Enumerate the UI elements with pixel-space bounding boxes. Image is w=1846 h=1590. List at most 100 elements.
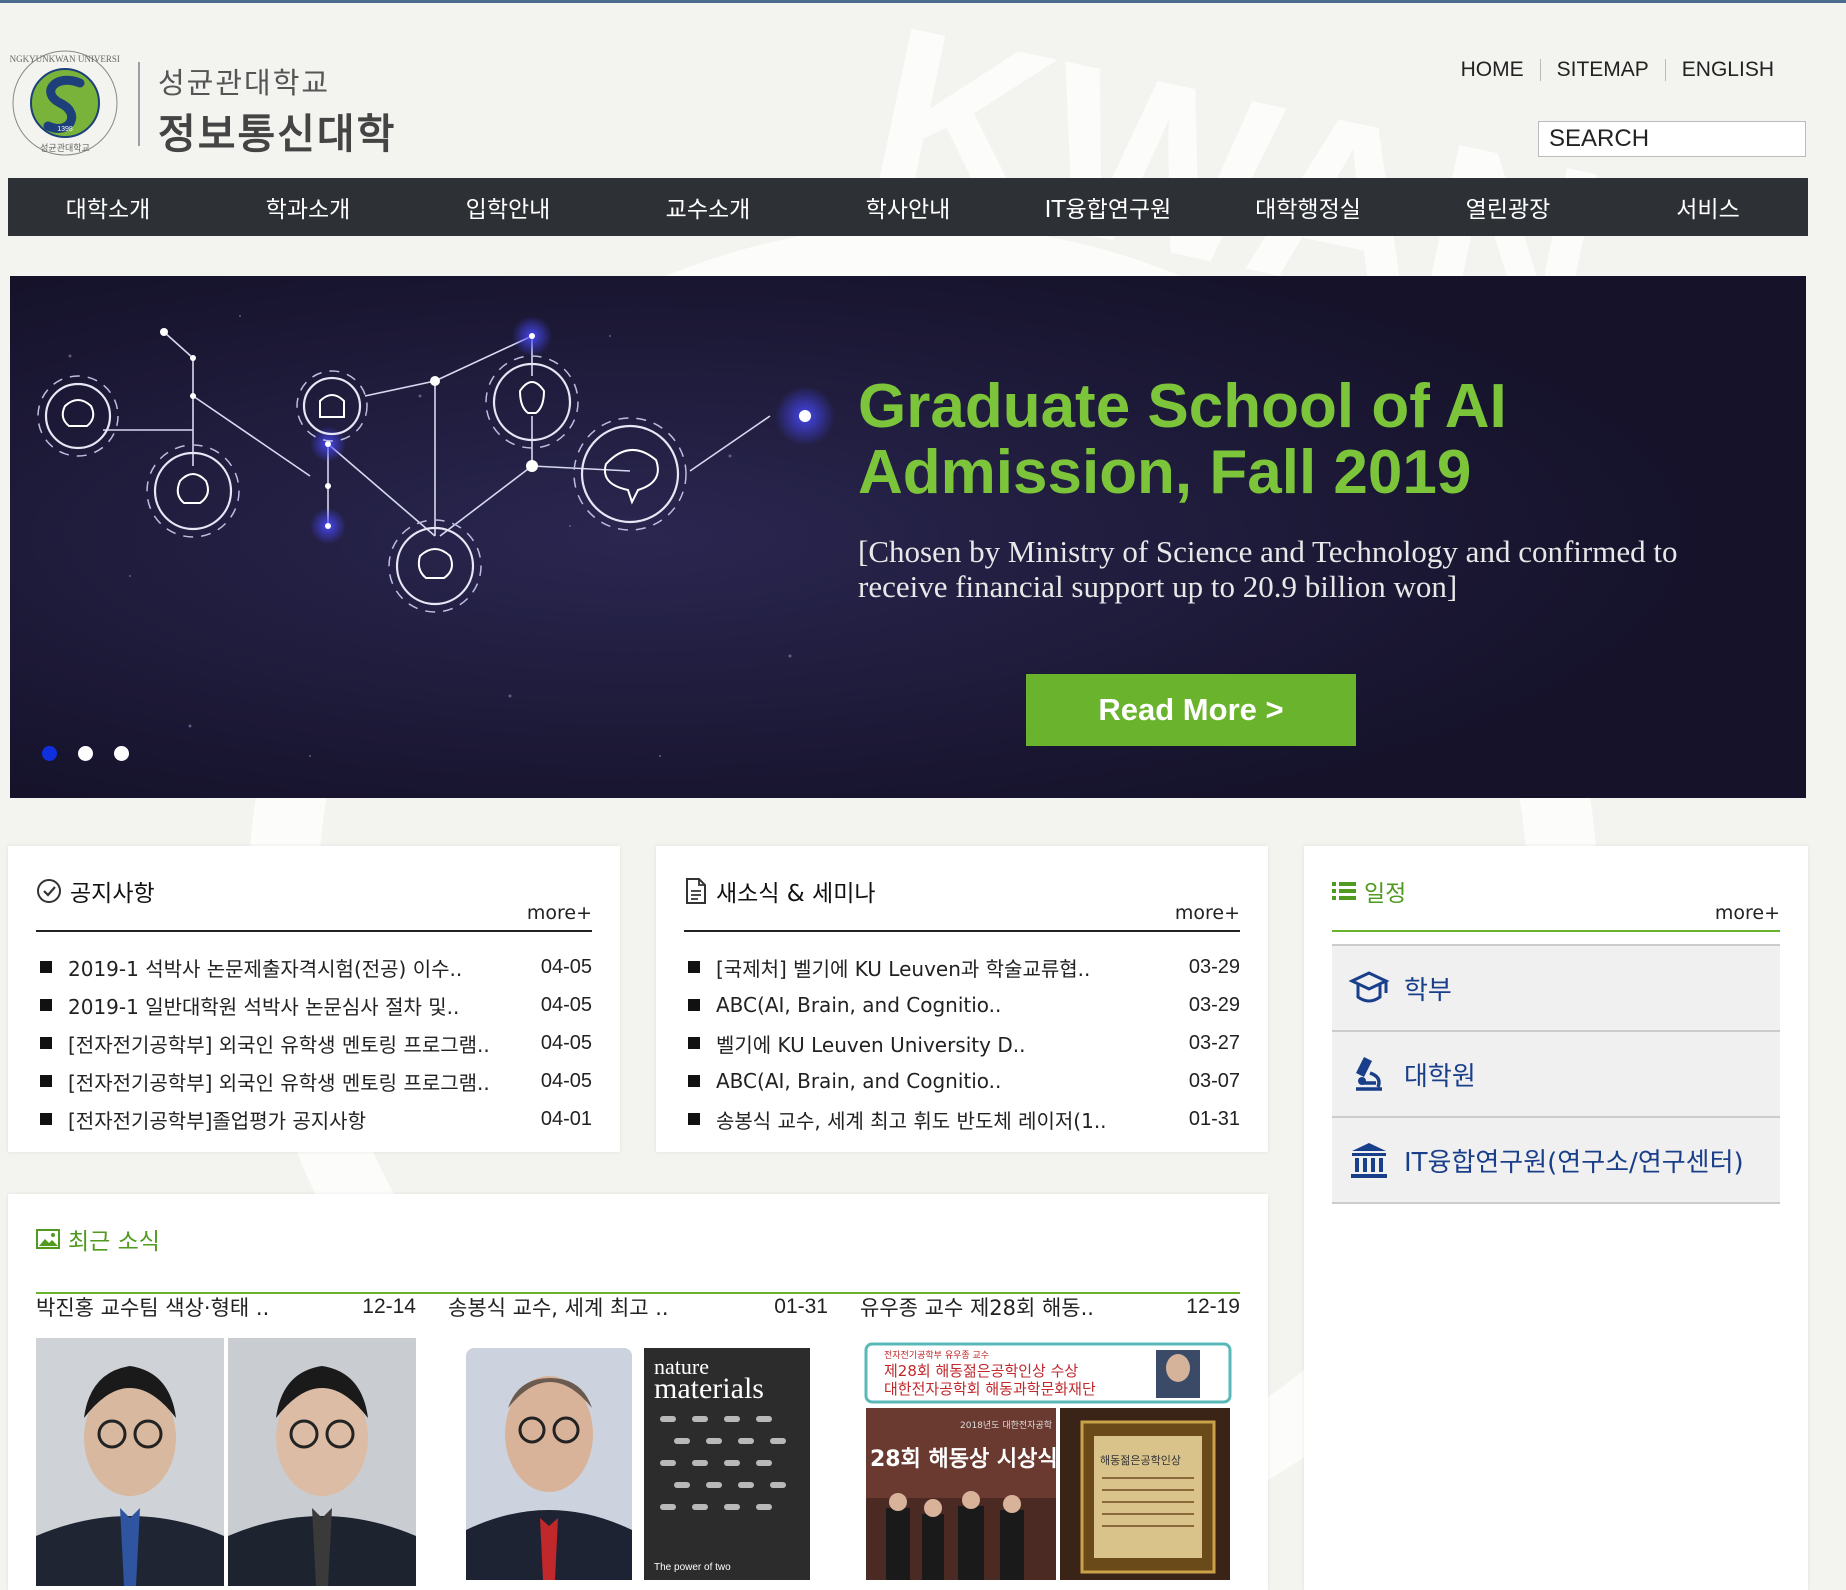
notice-item-date: 04-05: [540, 1069, 592, 1092]
nav-item-services[interactable]: 서비스: [1608, 178, 1808, 236]
search-box: [1538, 121, 1806, 157]
notice-item[interactable]: [전자전기공학부] 외국인 유학생 멘토링 프로그램.. 04-05: [36, 1062, 592, 1100]
recent-news-card[interactable]: 유우종 교수 제28회 해동.. 12-19 전자전기공학부 유우종 교수 제2…: [860, 1290, 1240, 1586]
card-date: 12-14: [362, 1295, 416, 1318]
news-item-title: 송봉식 교수, 세계 최고 휘도 반도체 레이저(1..: [716, 1108, 1107, 1133]
recent-news-list: 박진홍 교수팀 색상·형태 .. 12-14 송봉식 교수, 세계 최고 .. …: [36, 1290, 1240, 1586]
nav-item-admission[interactable]: 입학안내: [408, 178, 608, 236]
seal-ring-text: SUNGKYUNKWAN UNIVERSITY: [10, 54, 120, 64]
notice-item-title: 2019-1 일반대학원 석박사 논문심사 절차 및..: [68, 994, 460, 1019]
card-date: 12-19: [1186, 1295, 1240, 1318]
recent-title-label: 최근 소식: [68, 1229, 160, 1255]
search-input[interactable]: [1539, 122, 1805, 156]
news-item[interactable]: ABC(AI, Brain, and Cognitio.. 03-29: [684, 986, 1240, 1024]
notice-item[interactable]: 2019-1 석박사 논문제출자격시험(전공) 이수.. 04-05: [36, 948, 592, 986]
schedule-item-undergraduate[interactable]: 학부: [1332, 946, 1780, 1032]
news-more-link[interactable]: more+: [1175, 902, 1240, 924]
recent-header: 최근 소식: [36, 1222, 1240, 1294]
news-header: 새소식 & 세미나 more+: [684, 874, 1240, 932]
schedule-item-graduate[interactable]: 대학원: [1332, 1032, 1780, 1118]
news-item[interactable]: [국제처] 벨기에 KU Leuven과 학술교류협.. 03-29: [684, 948, 1240, 986]
news-item-date: 03-27: [1188, 1031, 1240, 1054]
schedule-list: 학부 대학원 IT융합연구원(연구소/연구센터): [1332, 944, 1780, 1204]
banner-subtitle: [Chosen by Ministry of Science and Techn…: [858, 534, 1678, 604]
sitemap-link[interactable]: SITEMAP: [1541, 58, 1665, 82]
bullet-icon: [688, 999, 700, 1011]
news-title-label: 새소식 & 세미나: [716, 881, 876, 907]
document-icon: [686, 878, 706, 904]
notice-item-date: 04-05: [540, 993, 592, 1016]
schedule-panel: 일정 more+ 학부 대학원 IT융합연구원(연구소/연구센터): [1304, 846, 1808, 1590]
nav-item-about-college[interactable]: 대학소개: [8, 178, 208, 236]
seal-year: 1398: [57, 126, 73, 133]
award-photo-caption: 28회 해동상 시상식: [870, 1447, 1058, 1472]
check-circle-icon: [37, 879, 61, 903]
card-thumbnail: 전자전기공학부 유우종 교수 제28회 해동젊은공학인상 수상 대한전자공학회 …: [860, 1338, 1240, 1586]
logo-college-name: 정보통신대학: [158, 110, 397, 158]
read-more-button[interactable]: Read More >: [1026, 674, 1356, 746]
schedule-title-label: 일정: [1364, 881, 1407, 907]
schedule-title: 일정: [1332, 874, 1406, 908]
bullet-icon: [688, 1075, 700, 1087]
notice-panel: 공지사항 more+ 2019-1 석박사 논문제출자격시험(전공) 이수.. 0…: [8, 846, 620, 1152]
bullet-icon: [688, 961, 700, 973]
bullet-icon: [40, 961, 52, 973]
news-item[interactable]: 송봉식 교수, 세계 최고 휘도 반도체 레이저(1.. 01-31: [684, 1100, 1240, 1138]
bullet-icon: [40, 1113, 52, 1125]
recent-news-card[interactable]: 박진홍 교수팀 색상·형태 .. 12-14: [36, 1290, 416, 1586]
card-header: 박진홍 교수팀 색상·형태 .. 12-14: [36, 1290, 416, 1324]
schedule-item-it-institute[interactable]: IT융합연구원(연구소/연구센터): [1332, 1118, 1780, 1204]
notice-header: 공지사항 more+: [36, 874, 592, 932]
news-item-date: 01-31: [1188, 1107, 1240, 1130]
notice-item[interactable]: [전자전기공학부]졸업평가 공지사항 04-01: [36, 1100, 592, 1138]
news-item-date: 03-29: [1188, 993, 1240, 1016]
notice-title: 공지사항: [36, 874, 155, 908]
notice-item-date: 04-05: [540, 1031, 592, 1054]
recent-news-panel: 최근 소식 박진홍 교수팀 색상·형태 .. 12-14 송봉식 교수, 세계 …: [8, 1194, 1268, 1590]
slide-dot[interactable]: [42, 746, 57, 761]
nav-item-open-square[interactable]: 열린광장: [1408, 178, 1608, 236]
list-icon: [1332, 882, 1356, 900]
news-item-date: 03-07: [1188, 1069, 1240, 1092]
notice-more-link[interactable]: more+: [527, 902, 592, 924]
recent-news-card[interactable]: 송봉식 교수, 세계 최고 .. 01-31 nature materials: [448, 1290, 828, 1586]
news-title: 새소식 & 세미나: [684, 874, 876, 908]
main-navigation: 대학소개 학과소개 입학안내 교수소개 학사안내 IT융합연구원 대학행정실 열…: [8, 178, 1808, 236]
home-link[interactable]: HOME: [1445, 58, 1540, 82]
university-logo[interactable]: SUNGKYUNKWAN UNIVERSITY 1398 성균관대학교 성균관대…: [10, 48, 410, 158]
notice-item[interactable]: [전자전기공학부] 외국인 유학생 멘토링 프로그램.. 04-05: [36, 1024, 592, 1062]
university-seal-icon: SUNGKYUNKWAN UNIVERSITY 1398 성균관대학교: [10, 50, 120, 156]
institution-building-icon: [1351, 1143, 1387, 1178]
nav-item-departments[interactable]: 학과소개: [208, 178, 408, 236]
card-title: 박진홍 교수팀 색상·형태 ..: [36, 1296, 270, 1320]
nav-item-it-institute[interactable]: IT융합연구원: [1008, 178, 1208, 236]
award-banner-line1: 제28회 해동젊은공학인상 수상: [884, 1362, 1078, 1380]
hero-banner: Graduate School of AI Admission, Fall 20…: [10, 276, 1806, 798]
english-link[interactable]: ENGLISH: [1666, 58, 1790, 82]
schedule-item-label: 대학원: [1404, 1061, 1476, 1092]
slide-dot[interactable]: [114, 746, 129, 761]
notice-item-date: 04-05: [540, 955, 592, 978]
news-seminar-panel: 새소식 & 세미나 more+ [국제처] 벨기에 KU Leuven과 학술교…: [656, 846, 1268, 1152]
news-item-title: ABC(AI, Brain, and Cognitio..: [716, 993, 1002, 1017]
news-item[interactable]: ABC(AI, Brain, and Cognitio.. 03-07: [684, 1062, 1240, 1100]
award-banner-small: 전자전기공학부 유우종 교수: [884, 1350, 989, 1361]
notice-item-title: 2019-1 석박사 논문제출자격시험(전공) 이수..: [68, 956, 463, 981]
nav-item-admin-office[interactable]: 대학행정실: [1208, 178, 1408, 236]
notice-item-title: [전자전기공학부] 외국인 유학생 멘토링 프로그램..: [68, 1070, 490, 1095]
notice-list: 2019-1 석박사 논문제출자격시험(전공) 이수.. 04-05 2019-1…: [36, 948, 592, 1138]
schedule-more-link[interactable]: more+: [1715, 902, 1780, 924]
card-header: 송봉식 교수, 세계 최고 .. 01-31: [448, 1290, 828, 1324]
bullet-icon: [688, 1113, 700, 1125]
nav-item-faculty[interactable]: 교수소개: [608, 178, 808, 236]
utility-links: HOME SITEMAP ENGLISH: [1445, 58, 1790, 82]
nav-item-academics[interactable]: 학사안내: [808, 178, 1008, 236]
notice-item[interactable]: 2019-1 일반대학원 석박사 논문심사 절차 및.. 04-05: [36, 986, 592, 1024]
portrait-and-journal-cover: nature materials The power of two: [448, 1338, 828, 1586]
news-item[interactable]: 벨기에 KU Leuven University D.. 03-27: [684, 1024, 1240, 1062]
portrait-photos: [36, 1338, 416, 1586]
banner-title-line2: Admission, Fall 2019: [858, 438, 1472, 507]
notice-title-label: 공지사항: [70, 881, 155, 907]
slide-dot[interactable]: [78, 746, 93, 761]
recent-title: 최근 소식: [36, 1222, 160, 1256]
